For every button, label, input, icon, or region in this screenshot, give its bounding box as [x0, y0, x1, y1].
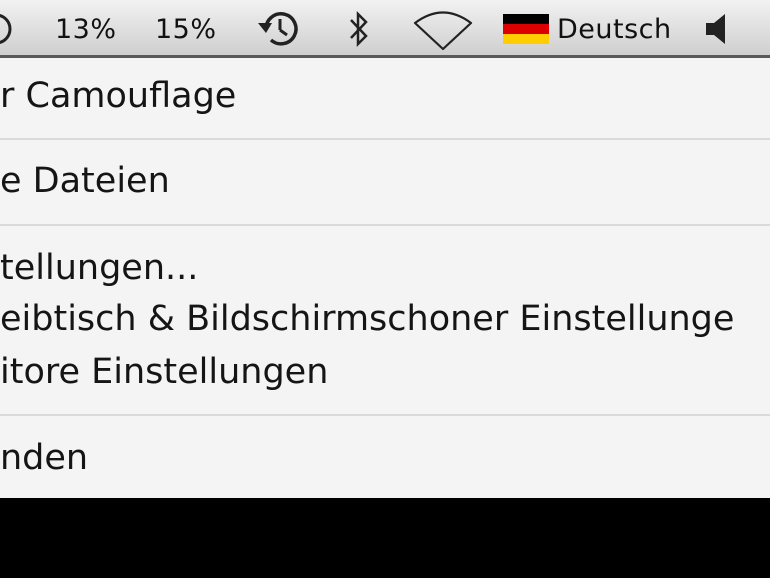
menu-separator — [0, 224, 770, 226]
bluetooth-icon[interactable] — [345, 0, 373, 58]
partial-status-icon[interactable] — [0, 0, 14, 58]
menu-separator — [0, 414, 770, 416]
cpu-percentage-text: 15% — [155, 13, 217, 45]
dropdown-menu: r Camouflage e Dateien tellungen... eibt… — [0, 58, 770, 498]
menu-item-dateien[interactable]: e Dateien — [0, 164, 170, 199]
input-language-label: Deutsch — [557, 13, 672, 45]
menu-item-beenden[interactable]: nden — [0, 441, 88, 476]
german-flag-icon — [503, 13, 549, 45]
menu-item-schreibtisch-einstellungen[interactable]: eibtisch & Bildschirmschoner Einstellung… — [0, 302, 734, 337]
menu-item-monitore-einstellungen[interactable]: itore Einstellungen — [0, 355, 328, 390]
battery-percentage-text: 13% — [55, 13, 117, 45]
input-menu[interactable]: Deutsch — [503, 0, 672, 58]
time-machine-icon[interactable] — [252, 0, 302, 58]
menu-bar: 13% 15% Deutsch — [0, 0, 770, 58]
wifi-icon[interactable] — [412, 0, 474, 58]
menu-separator — [0, 138, 770, 140]
menu-item-camouflage[interactable]: r Camouflage — [0, 79, 236, 114]
cpu-percentage[interactable]: 15% — [155, 0, 217, 58]
volume-icon[interactable] — [703, 0, 733, 58]
background-area — [0, 498, 770, 578]
battery-percentage[interactable]: 13% — [55, 0, 117, 58]
menu-item-einstellungen[interactable]: tellungen... — [0, 251, 198, 286]
